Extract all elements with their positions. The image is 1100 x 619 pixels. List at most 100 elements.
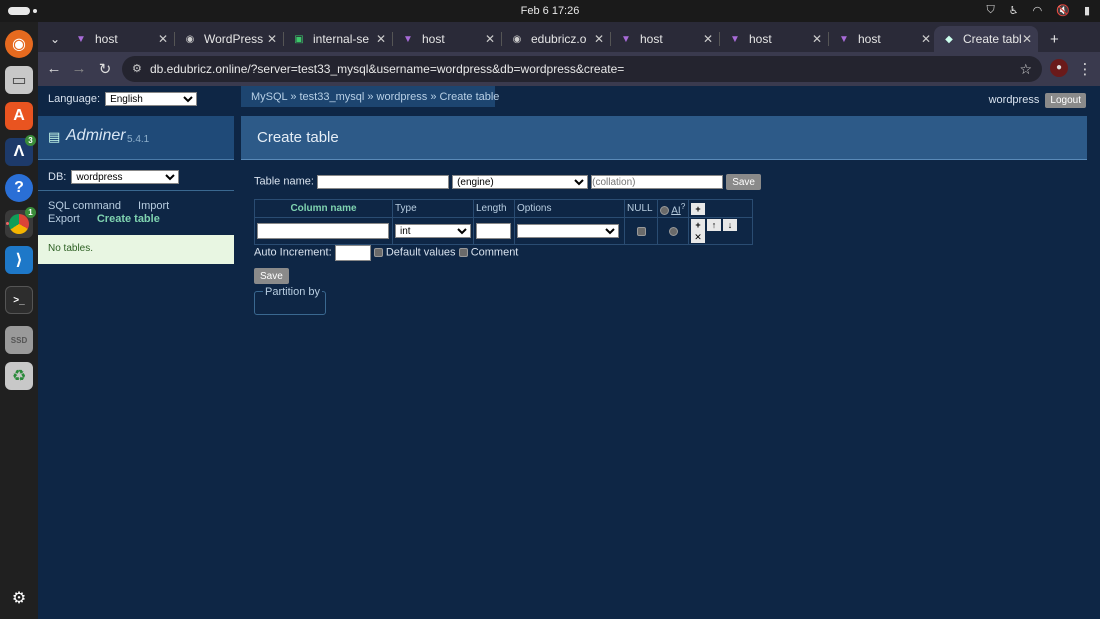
adminer-sidebar: Language: English ▤ Adminer 5.4.1 DB: wo…	[38, 86, 234, 619]
save-table-button[interactable]: Save	[254, 268, 289, 284]
system-top-bar: Feb 6 17:26 ⛉ ♿ ◠ 🔇 ▮	[0, 0, 1100, 22]
files-icon[interactable]: ▭	[5, 66, 33, 94]
language-switcher: Language: English	[48, 92, 198, 106]
breadcrumb[interactable]: MySQL » test33_mysql » wordpress » Creat…	[241, 86, 499, 107]
table-name-input[interactable]	[317, 175, 449, 189]
no-tables-message: No tables.	[38, 235, 234, 264]
arrow-up-icon[interactable]: ↑	[707, 219, 721, 232]
ai-help[interactable]: ?	[681, 201, 686, 211]
help-icon[interactable]: ?	[5, 174, 33, 202]
adminer-page: Language: English ▤ Adminer 5.4.1 DB: wo…	[38, 86, 1100, 619]
back-button[interactable]: ←	[45, 60, 63, 77]
globe-icon: ◉	[512, 33, 522, 45]
partition-by-legend[interactable]: Partition by	[263, 286, 323, 298]
ssd-drive-icon[interactable]: SSD	[5, 326, 33, 354]
table-header-row: Column name Type Length Options NULL AI?…	[254, 198, 753, 219]
accessibility-icon[interactable]: ♿	[1009, 4, 1019, 17]
tab-create-table[interactable]: ◆ Create tabl ✕	[934, 26, 1038, 52]
db-select[interactable]: wordpress	[71, 170, 180, 184]
column-name-header: Column name	[254, 198, 393, 219]
tab-host-3[interactable]: ▼ host ✕	[611, 26, 719, 52]
default-values-label[interactable]: Default values	[386, 247, 456, 259]
tab-edubricz[interactable]: ◉ edubricz.o ✕	[502, 26, 610, 52]
plus-icon[interactable]: +	[691, 219, 705, 232]
close-icon[interactable]: ✕	[812, 32, 822, 46]
tab-wordpress[interactable]: ◉ WordPress ✕	[175, 26, 283, 52]
collation-input[interactable]	[591, 175, 724, 189]
battery-icon[interactable]: ▮	[1084, 4, 1090, 17]
site-info-icon[interactable]: ⚙	[132, 56, 142, 82]
tab-label: host	[422, 32, 445, 46]
plus-icon[interactable]: +	[691, 202, 705, 215]
length-input[interactable]	[476, 223, 511, 240]
ai-row-radio[interactable]	[668, 226, 678, 236]
shield-icon[interactable]: ⛉	[987, 4, 995, 17]
android-studio-icon[interactable]: Λ3	[5, 135, 36, 166]
close-icon[interactable]: ✕	[1022, 32, 1032, 46]
tab-internal-se[interactable]: ▣ internal-se ✕	[284, 26, 392, 52]
wifi-icon[interactable]: ◠	[1033, 4, 1043, 17]
close-icon[interactable]: ✕	[376, 32, 386, 46]
options-select[interactable]	[517, 224, 619, 239]
tab-list-button[interactable]: ⌄	[42, 26, 66, 52]
address-bar[interactable]: ⚙ db.edubricz.online/?server=test33_mysq…	[122, 56, 1042, 82]
logout-button[interactable]: Logout	[1045, 93, 1086, 108]
null-cell	[624, 217, 658, 246]
language-select[interactable]: English	[105, 92, 198, 106]
close-icon[interactable]: ✕	[703, 32, 713, 46]
adminer-favicon-icon: ▼	[621, 33, 631, 45]
tab-host-1[interactable]: ▼ host ✕	[66, 26, 174, 52]
browser-tab-strip: ⌄ ▼ host ✕ ◉ WordPress ✕ ▣ internal-se ✕ ▼ host…	[38, 22, 1100, 52]
system-tray[interactable]: ⛉ ♿ ◠ 🔇 ▮	[987, 4, 1091, 17]
reload-button[interactable]: ↻	[96, 60, 114, 78]
engine-select[interactable]: (engine)	[452, 174, 589, 189]
tab-host-5[interactable]: ▼ host ✕	[829, 26, 937, 52]
null-checkbox[interactable]	[636, 226, 646, 236]
tab-host-4[interactable]: ▼ host ✕	[720, 26, 828, 52]
browser-toolbar: ← → ↻ ⚙ db.edubricz.online/?server=test3…	[38, 52, 1100, 86]
auto-increment-input[interactable]	[334, 245, 371, 261]
import-link[interactable]: Import	[138, 200, 169, 212]
export-link[interactable]: Export	[48, 213, 80, 225]
firefox-icon[interactable]: ◉	[5, 30, 33, 58]
arrow-down-icon[interactable]: ↓	[723, 219, 737, 232]
partition-fieldset: Partition by	[254, 286, 326, 315]
save-button[interactable]: Save	[726, 174, 761, 190]
default-values-checkbox[interactable]	[373, 248, 383, 258]
vscode-icon[interactable]: ⟩	[5, 246, 33, 274]
close-icon[interactable]: ✕	[594, 32, 604, 46]
trash-icon[interactable]: ♻	[5, 362, 33, 390]
close-icon[interactable]: ✕	[921, 32, 931, 46]
tab-label: Create tabl	[963, 32, 1022, 46]
new-tab-button[interactable]: +	[1042, 26, 1064, 52]
create-table-link[interactable]: Create table	[97, 213, 160, 225]
comment-checkbox[interactable]	[458, 248, 468, 258]
reload-icon: ↻	[98, 61, 112, 78]
close-icon[interactable]: ✕	[158, 32, 168, 46]
close-icon[interactable]: ✕	[267, 32, 277, 46]
profile-avatar[interactable]: ●	[1050, 59, 1068, 77]
close-icon[interactable]: ✕	[691, 231, 705, 244]
length-header: Length	[473, 198, 515, 219]
app-center-icon[interactable]: A	[5, 102, 33, 130]
chrome-icon[interactable]: 1	[5, 207, 36, 238]
auto-increment-row: Auto Increment: Default values Comment	[254, 245, 518, 261]
null-header: NULL	[624, 198, 658, 219]
type-select[interactable]: int	[395, 224, 471, 239]
column-name-input[interactable]	[257, 223, 389, 240]
tab-host-2[interactable]: ▼ host ✕	[393, 26, 501, 52]
sql-command-link[interactable]: SQL command	[48, 200, 121, 212]
ai-label[interactable]: AI	[671, 205, 680, 216]
comment-label[interactable]: Comment	[471, 247, 519, 259]
system-clock[interactable]: Feb 6 17:26	[0, 5, 1100, 17]
ai-radio[interactable]	[660, 206, 669, 216]
menu-kebab-icon[interactable]: ⋮	[1076, 60, 1094, 78]
adminer-logo[interactable]: ▤ Adminer 5.4.1	[38, 116, 234, 160]
show-apps-icon[interactable]: ⚙	[5, 584, 33, 612]
close-icon[interactable]: ✕	[485, 32, 495, 46]
terminal-icon[interactable]: >_	[5, 286, 33, 314]
forward-button[interactable]: →	[70, 60, 88, 77]
volume-icon[interactable]: 🔇	[1056, 4, 1070, 17]
page-title: Create table	[257, 129, 339, 146]
bookmark-star-icon[interactable]: ☆	[1019, 56, 1032, 82]
